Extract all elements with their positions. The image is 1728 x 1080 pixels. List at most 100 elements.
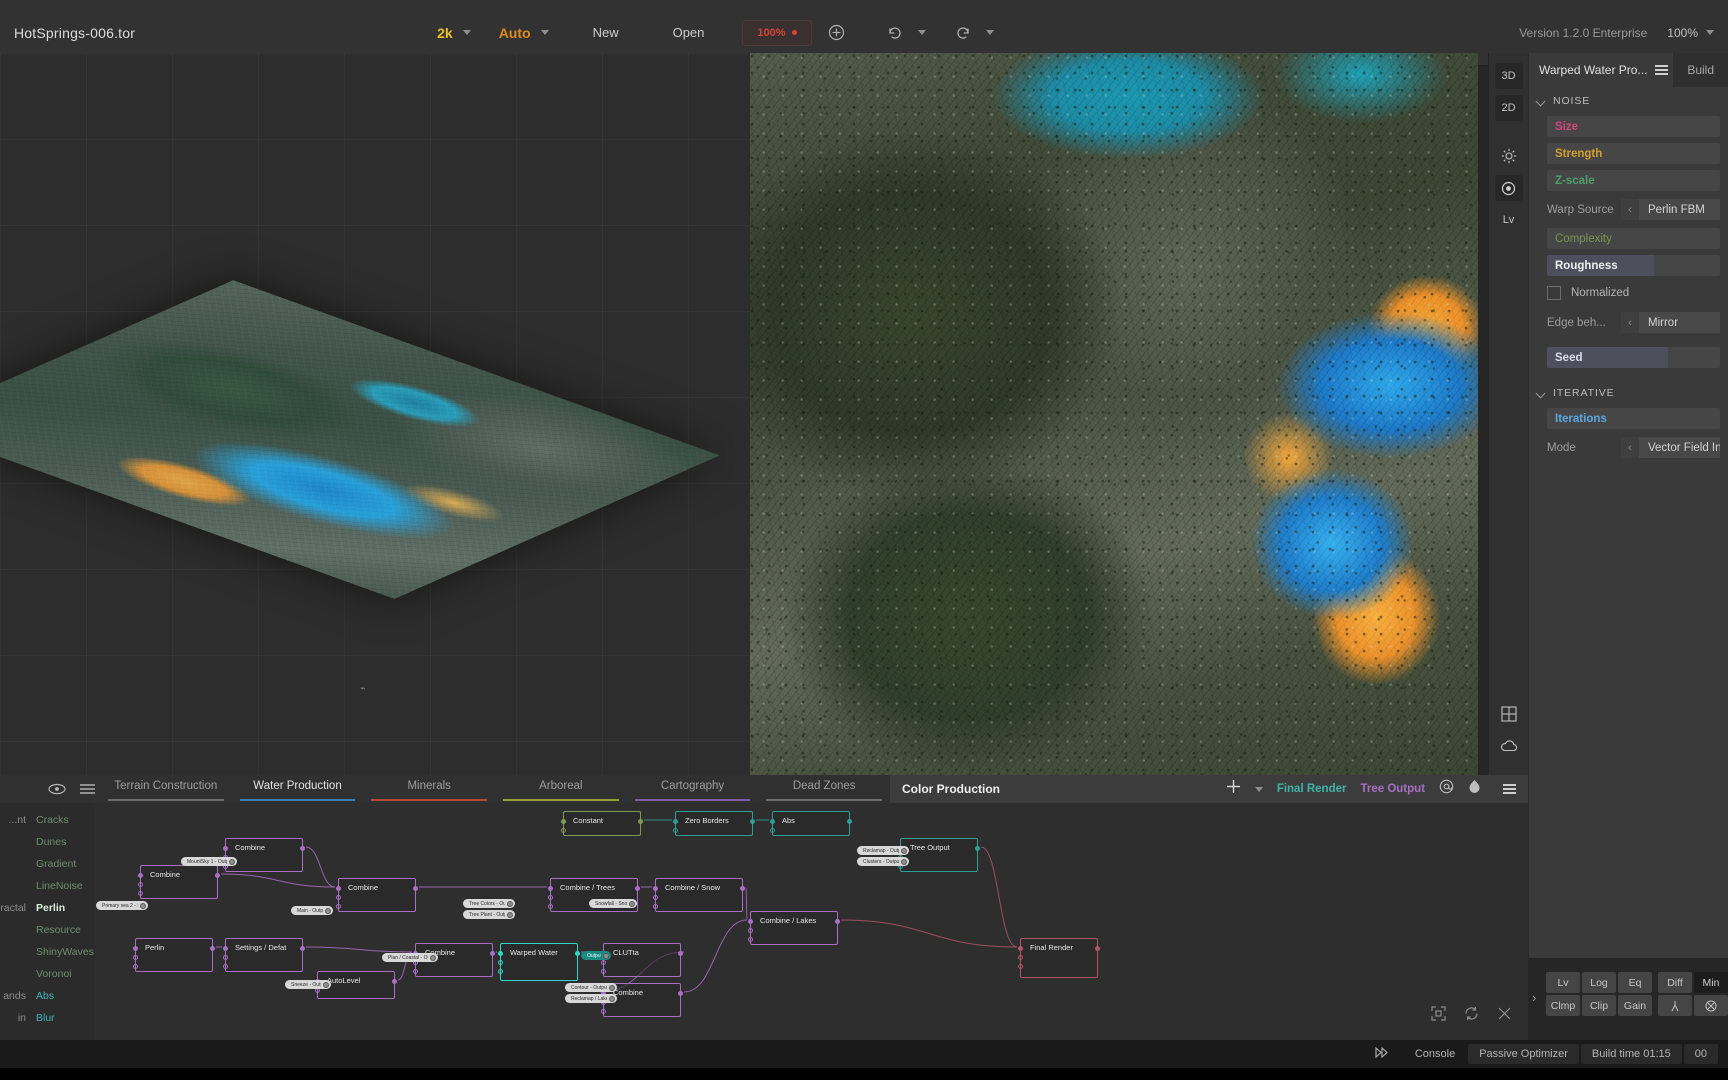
connector-pill[interactable]: Tree Plant - Output	[463, 910, 515, 919]
connector-pill[interactable]: Clusters - Output	[857, 857, 909, 866]
chevron-right-icon[interactable]: ›	[1532, 990, 1536, 1005]
iterations-slider[interactable]: Iterations	[1547, 408, 1720, 429]
tree-output-link[interactable]: Tree Output	[1360, 783, 1425, 795]
seed-slider[interactable]: Seed	[1547, 347, 1720, 368]
tab-minerals[interactable]: Minerals	[363, 775, 495, 803]
grid-icon[interactable]	[1495, 701, 1523, 727]
person-icon[interactable]	[1658, 995, 1692, 1016]
roughness-slider[interactable]: Roughness	[1547, 255, 1720, 276]
connector-pill[interactable]: Tree Colors - Output	[463, 899, 515, 908]
node-input-port[interactable]	[748, 928, 753, 933]
connector-pill[interactable]: Primary sea 2 - Source	[96, 901, 148, 910]
graph-node[interactable]: Tree Output	[898, 838, 980, 872]
node-input-port[interactable]	[748, 937, 753, 942]
connector-pill-knob[interactable]	[140, 902, 146, 909]
graph-node[interactable]: Combine	[223, 838, 305, 872]
graph-node[interactable]: Settings / Defat	[223, 938, 305, 972]
min-button[interactable]: Min	[1694, 972, 1728, 993]
node-input-port[interactable]	[561, 819, 566, 824]
node-input-port[interactable]	[673, 828, 678, 833]
connector-pill-knob[interactable]	[507, 911, 513, 918]
palette-item-abs[interactable]: ands Abs	[0, 985, 95, 1007]
node-input-port[interactable]	[413, 969, 418, 974]
node-input-port[interactable]	[498, 969, 503, 974]
connector-pill-knob[interactable]	[323, 981, 329, 988]
redo-icon[interactable]	[948, 18, 978, 48]
graph-node[interactable]: Zero Borders	[673, 811, 755, 836]
undo-icon[interactable]	[880, 18, 910, 48]
node-input-port[interactable]	[748, 919, 753, 924]
node-input-port[interactable]	[673, 819, 678, 824]
node-output-port[interactable]	[678, 951, 683, 956]
node-input-port[interactable]	[770, 828, 775, 833]
eye-icon[interactable]	[48, 783, 66, 795]
connector-pill-knob[interactable]	[901, 847, 907, 854]
property-row-iterations[interactable]: Iterations	[1529, 405, 1728, 432]
build-button[interactable]: Build	[1673, 53, 1728, 87]
light-icon[interactable]	[1495, 143, 1523, 169]
graph-node[interactable]: Combine / Lakes	[748, 911, 840, 945]
node-input-port[interactable]	[138, 891, 143, 896]
node-input-port[interactable]	[653, 886, 658, 891]
node-input-port[interactable]	[1018, 946, 1023, 951]
graph-node[interactable]: Combine / Snow	[653, 878, 745, 912]
tab-cartography[interactable]: Cartography	[627, 775, 759, 803]
mode-selector[interactable]: Auto	[497, 25, 549, 41]
tab-terrain-construction[interactable]: Terrain Construction	[100, 775, 232, 803]
palette-item-shinywaves[interactable]: ShinyWaves	[0, 941, 95, 963]
node-input-port[interactable]	[561, 828, 566, 833]
hamburger-icon[interactable]	[1655, 65, 1669, 75]
node-input-port[interactable]	[133, 946, 138, 951]
palette-item-voronoi[interactable]: Voronoi	[0, 963, 95, 985]
graph-node[interactable]: Abs	[770, 811, 852, 836]
node-input-port[interactable]	[548, 886, 553, 891]
chevron-down-icon[interactable]	[1254, 786, 1263, 792]
palette-item-perlin[interactable]: ractal Perlin	[0, 897, 95, 919]
mode-combo[interactable]: Mode ‹ Vector Field Integ	[1529, 432, 1728, 463]
viewport-2d[interactable]	[750, 53, 1478, 775]
console-button[interactable]: Console	[1404, 1044, 1466, 1064]
node-output-port[interactable]	[975, 846, 980, 851]
connector-pill-knob[interactable]	[629, 900, 635, 907]
palette-item-blur[interactable]: in Blur	[0, 1007, 95, 1029]
node-output-port[interactable]	[635, 886, 640, 891]
node-canvas[interactable]: Combine Combine Combine Constant Zero Border…	[95, 803, 1528, 1040]
node-output-port[interactable]	[575, 951, 580, 956]
palette-item-linenoise[interactable]: LineNoise	[0, 875, 95, 897]
node-output-port[interactable]	[678, 991, 683, 996]
camera-icon[interactable]	[1494, 175, 1523, 201]
graph-node[interactable]: CLUTta	[601, 943, 683, 977]
zoom-selector[interactable]: 100%	[1667, 26, 1714, 40]
property-row-seed[interactable]: Seed	[1529, 338, 1728, 371]
palette-item-cracks[interactable]: ...nt Cracks	[0, 809, 95, 831]
connector-pill[interactable]: Output	[581, 951, 611, 960]
new-button[interactable]: New	[577, 19, 635, 46]
gain-button[interactable]: Gain	[1618, 995, 1652, 1016]
resolution-selector[interactable]: 2k	[435, 25, 471, 41]
node-input-port[interactable]	[138, 873, 143, 878]
node-output-port[interactable]	[740, 886, 745, 891]
section-header-noise[interactable]: NOISE	[1529, 87, 1728, 113]
eq-button[interactable]: Eq	[1618, 972, 1652, 993]
connector-pill[interactable]: Reclamap - Output	[857, 846, 909, 855]
graph-node[interactable]: Combine	[336, 878, 418, 912]
tab-water-production[interactable]: Water Production	[232, 775, 364, 803]
lv-button[interactable]: Lv	[1546, 972, 1580, 993]
connector-pill-knob[interactable]	[609, 984, 615, 991]
node-palette[interactable]: ...nt Cracks Dunes Gradient LineNoise ra…	[0, 803, 95, 1040]
final-render-link[interactable]: Final Render	[1277, 783, 1347, 795]
chevron-down-icon[interactable]	[917, 30, 926, 35]
node-input-port[interactable]	[1018, 955, 1023, 960]
list-icon[interactable]	[80, 783, 95, 795]
cross-circle-icon[interactable]	[1694, 995, 1728, 1016]
palette-item-resource[interactable]: Resource	[0, 919, 95, 941]
cloud-icon[interactable]	[1495, 733, 1523, 759]
connector-pill-knob[interactable]	[507, 900, 513, 907]
palette-item-dunes[interactable]: Dunes	[0, 831, 95, 853]
property-row-strength[interactable]: Strength	[1529, 140, 1728, 167]
node-input-port[interactable]	[548, 895, 553, 900]
node-output-port[interactable]	[835, 919, 840, 924]
node-input-port[interactable]	[138, 882, 143, 887]
node-input-port[interactable]	[223, 846, 228, 851]
connector-pill-knob[interactable]	[229, 858, 235, 865]
